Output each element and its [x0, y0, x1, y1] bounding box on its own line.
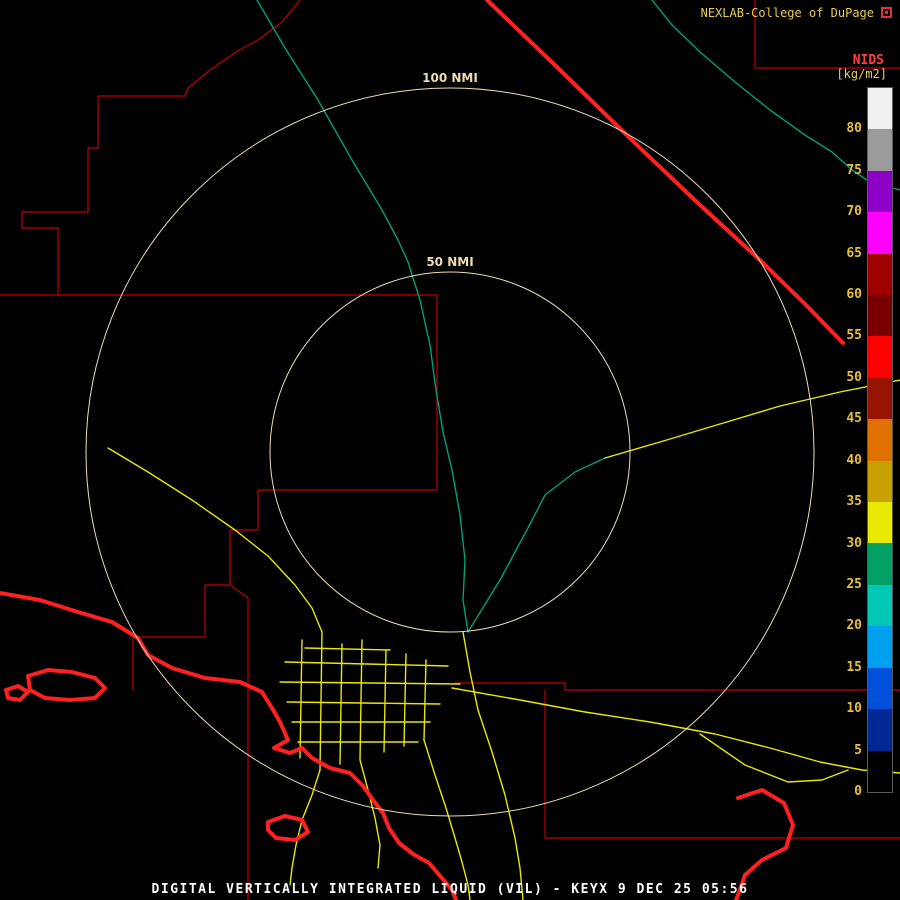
colorbar-tick-label: 70	[820, 204, 862, 219]
colorbar-band	[868, 419, 892, 460]
colorbar-tick-label: 80	[820, 121, 862, 136]
range-ring	[86, 88, 814, 816]
colorbar-band	[868, 461, 892, 502]
range-ring-label: 50 NMI	[426, 255, 473, 269]
road-line	[285, 662, 448, 666]
colorbar-band	[868, 254, 892, 295]
colorbar-band	[868, 88, 892, 129]
colorbar-tick-label: 60	[820, 287, 862, 302]
product-caption: DIGITAL VERTICALLY INTEGRATED LIQUID (VI…	[0, 882, 900, 897]
range-ring-label: 100 NMI	[422, 71, 478, 85]
units-label: [kg/m2]	[836, 67, 887, 81]
source-credit: NEXLAB-College of DuPage	[701, 6, 874, 20]
road-line	[424, 660, 426, 740]
interstate-line	[487, 0, 843, 343]
colorbar-tick-label: 30	[820, 536, 862, 551]
road-line	[424, 740, 470, 900]
road-line	[280, 682, 460, 684]
colorbar-band	[868, 336, 892, 377]
road-line	[108, 448, 322, 632]
colorbar-tick-label: 35	[820, 494, 862, 509]
colorbar-band	[868, 378, 892, 419]
interstate-line-loop	[6, 686, 28, 700]
county-line	[230, 585, 248, 900]
colorbar-tick-label: 50	[820, 370, 862, 385]
road-line	[300, 640, 302, 758]
colorbar-band	[868, 626, 892, 667]
colorbar-tick-label: 40	[820, 453, 862, 468]
colorbar-band	[868, 129, 892, 170]
interstate-line-loop	[268, 816, 308, 840]
colorbar-band	[868, 751, 892, 792]
colorbar-tick-label: 55	[820, 328, 862, 343]
colorbar-band	[868, 543, 892, 584]
colorbar-tick-label: 10	[820, 701, 862, 716]
road-line	[287, 702, 440, 704]
road-line	[320, 632, 322, 770]
colorbar-tick-label: 5	[820, 743, 862, 758]
colorbar-tick-label: 20	[820, 618, 862, 633]
colorbar-band	[868, 502, 892, 543]
road-line	[360, 760, 380, 868]
colorbar-tick-label: 15	[820, 660, 862, 675]
colorbar-tick-label: 65	[820, 246, 862, 261]
product-code: NIDS	[853, 53, 884, 68]
interstate-line-loop	[28, 670, 105, 700]
river-line	[257, 0, 468, 632]
road-line	[404, 654, 406, 746]
river-line	[468, 458, 605, 632]
road-line	[305, 648, 390, 650]
colorbar-band	[868, 668, 892, 709]
radar-map: 50 NMI 100 NMI	[0, 0, 900, 900]
colorbar-tick-label: 45	[820, 411, 862, 426]
colorbar-band	[868, 295, 892, 336]
river-line	[652, 0, 900, 190]
colorbar-tick-label: 75	[820, 163, 862, 178]
county-line	[455, 683, 900, 690]
colorbar-tick-label: 0	[820, 784, 862, 799]
road-line	[700, 734, 848, 782]
colorbar-band	[868, 585, 892, 626]
colorbar-band	[868, 709, 892, 750]
colorbar-band	[868, 171, 892, 212]
road-line	[340, 644, 342, 764]
interstate-line	[0, 593, 456, 900]
colorbar	[868, 88, 892, 792]
road-line	[384, 650, 386, 752]
road-line	[463, 632, 523, 900]
radar-display: 50 NMI 100 NMI NEXLAB-College of DuPage N…	[0, 0, 900, 900]
range-ring	[270, 272, 630, 632]
cod-logo-icon	[881, 7, 892, 18]
colorbar-band	[868, 212, 892, 253]
county-line	[22, 0, 300, 295]
colorbar-tick-label: 25	[820, 577, 862, 592]
